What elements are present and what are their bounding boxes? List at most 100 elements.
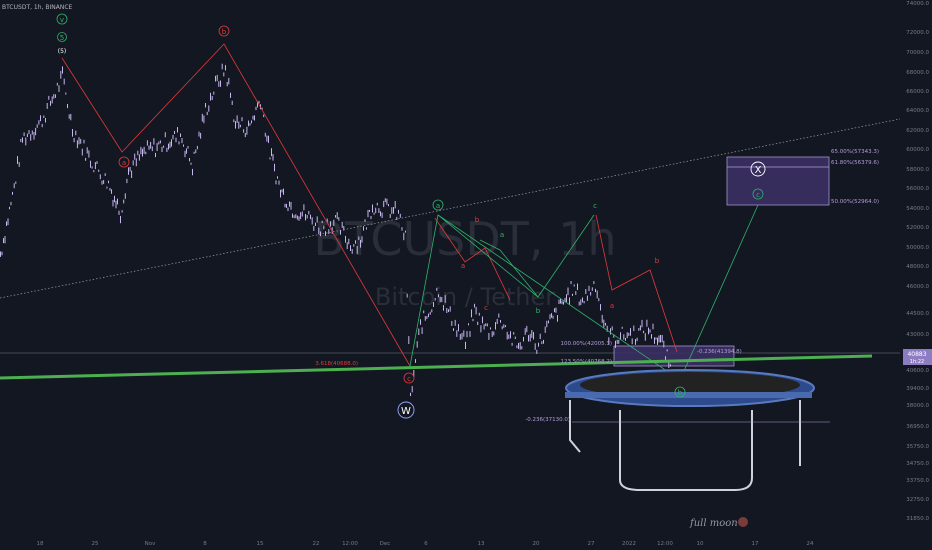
candle <box>10 201 12 206</box>
candle <box>411 386 413 393</box>
candle <box>33 132 35 140</box>
candle <box>112 199 114 207</box>
candle <box>275 180 277 185</box>
candle <box>315 222 316 226</box>
candle <box>486 323 488 327</box>
candle <box>488 333 490 340</box>
wave-label-a-green: a <box>436 202 440 210</box>
candle <box>628 332 630 336</box>
candle <box>43 115 45 118</box>
y-axis-tick: 58000.0 <box>906 167 929 173</box>
candle <box>514 336 516 339</box>
candle <box>408 336 410 344</box>
candle <box>466 331 468 338</box>
candle <box>605 322 606 326</box>
candle <box>421 327 423 334</box>
candle <box>311 217 313 225</box>
wave-label-w: W <box>401 406 411 417</box>
x-axis-tick: 25 <box>92 541 99 547</box>
candle <box>244 133 246 138</box>
candle <box>221 63 223 70</box>
candle <box>85 157 87 161</box>
candle <box>287 207 289 212</box>
candle <box>338 217 340 221</box>
candle <box>99 174 101 180</box>
candle <box>172 134 174 140</box>
candle <box>531 330 533 338</box>
candle <box>443 305 444 311</box>
candle <box>104 173 106 176</box>
candle <box>459 334 461 340</box>
x-axis-tick: 17 <box>752 541 759 547</box>
branding-text: full moon <box>689 518 738 529</box>
price-chart[interactable]: BTCUSDT, 1h Bitcoin / Tether BTCUSDT, 1h… <box>0 0 932 550</box>
candle <box>454 319 456 326</box>
candle <box>528 335 529 342</box>
candle <box>213 91 215 95</box>
candle <box>510 331 511 339</box>
candle <box>456 330 458 337</box>
candle <box>25 137 27 146</box>
candle <box>198 131 200 137</box>
candle <box>239 124 241 128</box>
candle <box>372 204 373 213</box>
candle <box>654 337 655 344</box>
candle <box>569 297 570 305</box>
candle <box>618 339 620 344</box>
candle <box>631 338 633 345</box>
candle <box>469 331 471 337</box>
candle <box>126 178 128 184</box>
candle <box>41 123 43 128</box>
candle <box>106 186 108 189</box>
candle <box>463 330 465 337</box>
candle <box>286 203 287 208</box>
candle <box>142 148 143 157</box>
candle <box>361 236 363 243</box>
candle <box>73 138 75 143</box>
candle <box>346 242 348 250</box>
candle <box>490 327 491 330</box>
candle <box>485 323 487 326</box>
candle <box>313 225 315 231</box>
candle <box>498 313 500 318</box>
candle <box>567 287 569 296</box>
candle <box>150 141 152 149</box>
y-axis-tick: 33750.0 <box>906 478 929 484</box>
candle <box>570 281 572 285</box>
candle <box>174 130 175 134</box>
candle <box>389 214 391 218</box>
fib-annotation: 100.00%(42005.3) <box>560 341 612 347</box>
candle <box>277 176 278 179</box>
candle <box>340 230 341 235</box>
candle <box>441 297 443 303</box>
candle <box>303 204 305 211</box>
candle <box>50 100 51 106</box>
candle <box>70 113 72 121</box>
candle <box>511 342 513 346</box>
candle <box>533 331 534 340</box>
candle <box>45 118 46 123</box>
candle <box>53 94 55 99</box>
x-axis-tick: 18 <box>37 541 44 547</box>
candle <box>101 180 103 185</box>
candle <box>305 214 306 221</box>
price-tag-sub: 1h:22 <box>910 359 924 365</box>
candle <box>367 210 369 218</box>
candle <box>557 315 558 322</box>
candle <box>381 212 383 218</box>
candle <box>293 215 295 219</box>
candle <box>318 227 320 234</box>
candle <box>258 100 260 104</box>
candle <box>403 232 405 241</box>
candle <box>186 148 187 154</box>
candle <box>593 281 595 284</box>
candle <box>323 225 325 230</box>
candle <box>192 168 193 176</box>
candle <box>480 325 482 333</box>
chart-background <box>0 0 932 550</box>
candle <box>271 148 272 157</box>
wave-label-c-green: c <box>593 202 597 210</box>
candle <box>661 335 663 343</box>
candle <box>353 244 355 247</box>
candle <box>193 151 195 154</box>
